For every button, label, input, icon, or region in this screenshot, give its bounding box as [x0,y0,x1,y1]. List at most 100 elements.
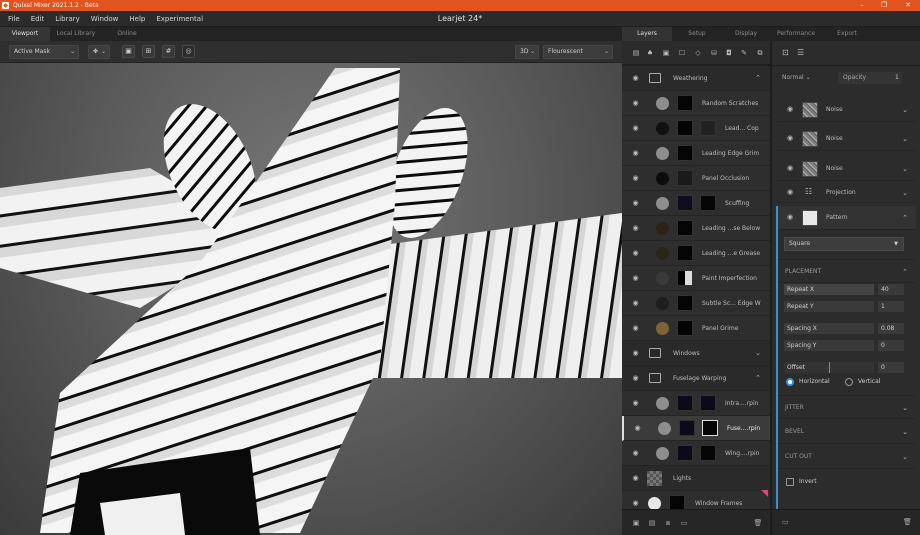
eye-icon[interactable]: ◉ [787,164,793,172]
menu-edit[interactable]: Edit [31,15,45,23]
spacing-y-slider[interactable]: Spacing Y [784,340,874,351]
chevron-up-icon[interactable]: ⌃ [755,366,761,391]
delete-icon[interactable]: 🗑 [753,518,763,528]
menu-window[interactable]: Window [91,15,119,23]
tab-performance[interactable]: Performance [770,27,822,41]
spacing-x-input[interactable]: 0.08 [878,323,904,334]
offset-input[interactable]: 0 [878,362,904,373]
folder-icon[interactable]: ▭ [679,518,689,528]
pattern-shape-dropdown[interactable]: Square ▼ [784,237,904,251]
eye-icon[interactable]: ◉ [631,449,640,458]
eye-icon[interactable]: ◉ [631,399,640,408]
layer-row[interactable]: ◉ Intra....rpin [622,391,770,416]
mask-mode-dropdown[interactable]: Active Mask ⌄ [9,45,79,59]
paint-layer-icon[interactable]: ♠ [645,48,655,58]
viewport-canvas[interactable] [0,63,622,535]
offset-slider-handle[interactable] [829,362,830,373]
layer-row-selected[interactable]: ◉ Fuse....rpin [622,416,770,441]
eye-icon[interactable]: ◉ [631,299,640,308]
eye-icon[interactable]: ◉ [631,74,640,83]
grid-2x2-icon[interactable]: ⊞ [142,45,155,58]
close-icon[interactable]: ✕ [898,0,918,11]
layer-row[interactable]: ◉ Panel Grime [622,316,770,341]
layer-row[interactable]: ◉ Leading ...e Grease [622,241,770,266]
spacing-x-slider[interactable]: Spacing X [784,323,874,334]
view-mode-dropdown[interactable]: 3D ⌄ [515,45,539,59]
layer-group[interactable]: ◉ Weathering ⌃ [622,66,770,91]
minimize-icon[interactable]: – [852,0,872,11]
eye-icon[interactable]: ◉ [631,199,640,208]
eye-icon[interactable]: ◉ [631,324,640,333]
mask-stack-icon[interactable]: ⊡ [782,48,789,57]
chevron-down-icon[interactable]: ⌄ [902,445,908,469]
image-view-icon[interactable]: ▣ [122,45,135,58]
tab-layers[interactable]: Layers [622,27,672,41]
eye-icon[interactable]: ◉ [631,474,640,483]
tab-display[interactable]: Display [722,27,770,41]
eye-icon[interactable]: ◉ [633,424,642,433]
repeat-x-slider[interactable]: Repeat X [784,284,874,295]
brush-tool-dropdown[interactable]: ✤ ⌄ [88,45,110,59]
chevron-down-icon[interactable]: ⌄ [902,183,908,203]
layer-group[interactable]: ◉ Fuselage Warping ⌃ [622,366,770,391]
eye-icon[interactable]: ◉ [631,99,640,108]
modifier-noise[interactable]: ◉ Noise ⌄ [778,98,916,122]
chevron-down-icon[interactable]: ⌄ [902,396,908,420]
eye-icon[interactable]: ◉ [787,188,793,196]
modifier-pattern[interactable]: ◉ Pattern ⌃ [778,206,916,230]
horizontal-radio[interactable] [786,378,794,386]
eye-icon[interactable]: ◉ [631,174,640,183]
folder-icon[interactable]: ▭ [782,518,789,526]
menu-library[interactable]: Library [55,15,79,23]
mask-stack-icon[interactable]: ⛁ [709,48,719,58]
tab-setup[interactable]: Setup [672,27,722,41]
modifier-noise[interactable]: ◉ Noise ⌄ [778,127,916,151]
layer-stack-icon[interactable]: ▤ [631,48,641,58]
delete-icon[interactable]: 🗑 [903,518,912,526]
chevron-down-icon[interactable]: ⌄ [902,420,908,444]
eye-icon[interactable]: ◉ [787,105,793,113]
eye-icon[interactable]: ◉ [631,149,640,158]
opacity-slider[interactable]: Opacity [838,72,902,84]
restore-icon[interactable]: ❐ [874,0,894,11]
layer-row[interactable]: ◉ Subtle Sc... Edge W [622,291,770,316]
modifier-projection[interactable]: ◉ ☷ Projection ⌄ [778,183,916,203]
layer-row[interactable]: ◉ Panel Occlusion [622,166,770,191]
cutout-section[interactable]: CUT OUT ⌄ [778,445,916,469]
eye-icon[interactable]: ◉ [631,224,640,233]
filter-icon[interactable]: ◘ [724,48,734,58]
stack-icon[interactable]: ⧉ [755,48,765,58]
eye-icon[interactable]: ◉ [787,134,793,142]
jitter-section[interactable]: JITTER ⌄ [778,395,916,419]
eye-icon[interactable]: ◉ [631,499,640,508]
opacity-value[interactable]: 1 [895,72,899,84]
layer-row[interactable]: ◉ Leading ...se Below [622,216,770,241]
menu-file[interactable]: File [8,15,20,23]
placement-section[interactable]: PLACEMENT ⌃ [778,259,916,283]
eye-icon[interactable]: ◉ [631,249,640,258]
layer-row[interactable]: ◉ Window Frames [622,490,770,509]
surface-layer-icon[interactable]: ☐ [677,48,687,58]
blend-mode-dropdown[interactable]: Normal ⌄ [782,72,826,84]
tab-viewport[interactable]: Viewport [0,27,50,41]
chevron-down-icon[interactable]: ⌄ [902,98,908,122]
layer-row[interactable]: ◉ Scuffing [622,191,770,216]
environment-dropdown[interactable]: Flourescent ⌄ [543,45,613,59]
menu-help[interactable]: Help [129,15,145,23]
eye-icon[interactable]: ◉ [631,374,640,383]
chevron-down-icon[interactable]: ⌄ [902,127,908,151]
layer-group[interactable]: ◉ Lights [622,466,770,491]
eye-icon[interactable]: ◉ [787,213,793,221]
layer-row[interactable]: ◉ Wing....rpin [622,441,770,466]
tab-export[interactable]: Export [822,27,872,41]
vertical-radio[interactable] [845,378,853,386]
eye-icon[interactable]: ◉ [631,349,640,358]
chevron-up-icon[interactable]: ⌃ [755,66,761,91]
layer-row[interactable]: ◉ Leading Edge Grim [622,141,770,166]
grid-3x3-icon[interactable]: # [162,45,175,58]
bevel-section[interactable]: BEVEL ⌄ [778,420,916,444]
menu-experimental[interactable]: Experimental [156,15,203,23]
layer-row[interactable]: ◉ Paint Imperfection [622,266,770,291]
brush-icon[interactable]: ✎ [739,48,749,58]
solid-layer-icon[interactable]: ▣ [661,48,671,58]
